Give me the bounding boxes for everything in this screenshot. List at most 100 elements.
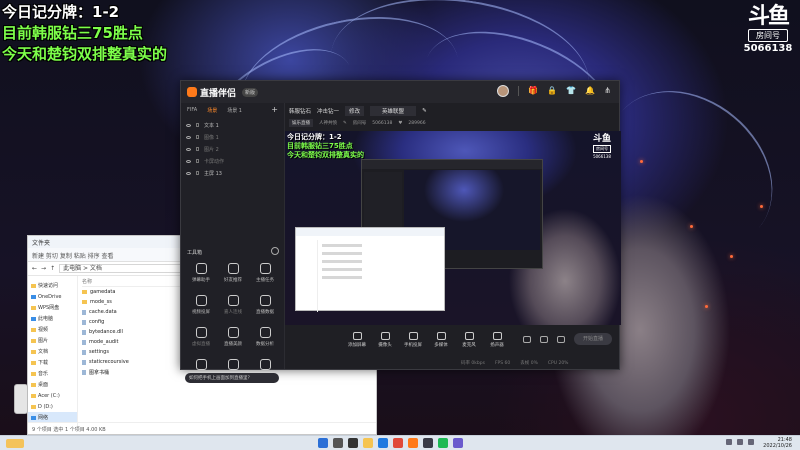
- help-tip[interactable]: 如何把手机上画面加到直播里？: [185, 373, 279, 383]
- mic-icon: [464, 332, 474, 340]
- desktop-widget[interactable]: [14, 384, 28, 414]
- settings-icon[interactable]: [557, 335, 565, 343]
- start-icon[interactable]: [318, 438, 328, 448]
- control-button[interactable]: 多媒体: [427, 332, 455, 348]
- tool-button[interactable]: 数据分析: [249, 327, 281, 354]
- control-button[interactable]: 添加屏幕: [343, 332, 371, 348]
- weather-widget[interactable]: [6, 439, 24, 448]
- modify-category-button[interactable]: 修改: [345, 106, 365, 116]
- eye-icon[interactable]: [540, 335, 548, 343]
- link-icon: [227, 295, 239, 306]
- sidebar-item[interactable]: OneDrive: [28, 291, 77, 302]
- stream-title-suffix[interactable]: 冲击钻一: [317, 107, 339, 115]
- control-button[interactable]: 手机投屏: [399, 332, 427, 348]
- eye-icon[interactable]: [186, 159, 191, 163]
- tab-scene[interactable]: 场景: [207, 107, 217, 114]
- stream-title[interactable]: 韩服钻石: [289, 107, 311, 115]
- lock-icon[interactable]: 🔒: [547, 85, 557, 97]
- source-item[interactable]: 文本 1: [181, 119, 284, 131]
- control-button[interactable]: 摄像头: [371, 332, 399, 348]
- up-icon[interactable]: ↑: [50, 265, 55, 272]
- edge-icon[interactable]: [378, 438, 388, 448]
- plus-icon[interactable]: +: [271, 105, 278, 114]
- version-badge[interactable]: 新版: [242, 87, 259, 97]
- divider: [518, 86, 520, 96]
- source-item[interactable]: 图片 2: [181, 143, 284, 155]
- control-label: 麦克风: [462, 343, 476, 348]
- app-icon[interactable]: [453, 438, 463, 448]
- edit-icon[interactable]: ✎: [422, 108, 427, 114]
- chrome-icon[interactable]: [393, 438, 403, 448]
- tool-button[interactable]: 嘉人连线: [217, 295, 249, 322]
- sidebar-item[interactable]: WPS网盘: [28, 302, 77, 313]
- tool-button[interactable]: 弹幕助手: [185, 263, 217, 290]
- lock-icon[interactable]: [196, 159, 199, 163]
- tool-button[interactable]: 视频投屏: [185, 295, 217, 322]
- control-button[interactable]: 麦克风: [455, 332, 483, 348]
- preview-overlay-text: 今日记分牌：1-2 目前韩服钻三75胜点 今天和楚钧双排整真实的: [287, 133, 364, 160]
- sidebar-item[interactable]: 视频: [28, 324, 77, 335]
- wechat-icon[interactable]: [438, 438, 448, 448]
- lock-icon[interactable]: [196, 171, 199, 175]
- tool-label: 数据分析: [256, 342, 274, 347]
- volume-icon[interactable]: [737, 439, 743, 445]
- tab-scene-1[interactable]: 场景 1: [227, 107, 242, 114]
- stream-preview[interactable]: 今日记分牌：1-2 目前韩服钻三75胜点 今天和楚钧双排整真实的 斗鱼 房间号 …: [285, 131, 621, 325]
- tab-fifa[interactable]: FIFA: [187, 107, 197, 113]
- record-icon[interactable]: [523, 335, 531, 343]
- clock[interactable]: 21:48 2022/10/26: [763, 437, 792, 449]
- sidebar-item[interactable]: 快速访问: [28, 280, 77, 291]
- eye-icon[interactable]: [186, 171, 191, 175]
- tool-button[interactable]: 直播数据: [249, 295, 281, 322]
- control-button[interactable]: 扬声器: [483, 332, 511, 348]
- avatar[interactable]: [497, 85, 510, 97]
- start-live-button[interactable]: 开始直播: [574, 333, 612, 345]
- gift-icon[interactable]: 🎁: [528, 85, 538, 97]
- sidebar-item[interactable]: 下载: [28, 357, 77, 368]
- wifi-icon[interactable]: [726, 439, 732, 445]
- tool-label: 弹幕助手: [192, 278, 210, 283]
- app-titlebar[interactable]: 直播伴侣 新版 🎁 🔒 👕 🔔 ⋔: [181, 81, 619, 103]
- eye-icon[interactable]: [186, 147, 191, 151]
- folder-icon: [31, 349, 36, 354]
- source-item[interactable]: 图像 1: [181, 131, 284, 143]
- sidebar-item[interactable]: 图片: [28, 335, 77, 346]
- lock-icon[interactable]: [196, 135, 199, 139]
- tool-button[interactable]: 虚拟直播: [185, 327, 217, 354]
- forward-icon[interactable]: →: [41, 265, 46, 272]
- companion-app-icon[interactable]: [423, 438, 433, 448]
- bell-icon[interactable]: 🔔: [585, 85, 595, 97]
- douyu-app-icon[interactable]: [408, 438, 418, 448]
- taskview-icon[interactable]: [348, 438, 358, 448]
- lock-icon[interactable]: [196, 123, 199, 127]
- sidebar-item[interactable]: D (D:): [28, 401, 77, 412]
- back-icon[interactable]: ←: [32, 265, 37, 272]
- explorer-sidebar: 快速访问 OneDrive WPS网盘 此电脑 视频 图片 文档 下载 音乐 桌面 Acer (C:…: [28, 276, 78, 426]
- file-name: mode_ss: [90, 299, 112, 305]
- source-item[interactable]: 主屏 13: [181, 167, 284, 179]
- eye-icon[interactable]: [186, 135, 191, 139]
- eye-icon[interactable]: [186, 123, 191, 127]
- sidebar-item[interactable]: 音乐: [28, 368, 77, 379]
- sidebar-item[interactable]: Acer (C:): [28, 390, 77, 401]
- gear-icon[interactable]: [271, 247, 279, 255]
- edit-icon[interactable]: ✎: [343, 121, 347, 126]
- share-icon[interactable]: ⋔: [604, 85, 611, 97]
- tool-button[interactable]: 直播美颜: [217, 327, 249, 354]
- tool-button[interactable]: 好友推荐: [217, 263, 249, 290]
- live-companion-window[interactable]: 直播伴侣 新版 🎁 🔒 👕 🔔 ⋔ FIFA 场景 场景 1 + 文本 1 图像 …: [180, 80, 621, 383]
- shirt-icon[interactable]: 👕: [566, 85, 576, 97]
- source-item[interactable]: 卡屏动作: [181, 155, 284, 167]
- search-icon[interactable]: [333, 438, 343, 448]
- room-type[interactable]: 娱乐直播: [289, 119, 313, 127]
- lock-icon[interactable]: [196, 147, 199, 151]
- room-label: 房间号: [352, 121, 367, 126]
- sidebar-item-label: 网络: [38, 415, 49, 421]
- sidebar-item[interactable]: 此电脑: [28, 313, 77, 324]
- battery-icon[interactable]: [748, 439, 754, 445]
- tool-button[interactable]: 主播任务: [249, 263, 281, 290]
- sidebar-item[interactable]: 桌面: [28, 379, 77, 390]
- sidebar-item[interactable]: 文档: [28, 346, 77, 357]
- category-select[interactable]: 英雄联盟: [370, 106, 417, 116]
- folder-icon[interactable]: [363, 438, 373, 448]
